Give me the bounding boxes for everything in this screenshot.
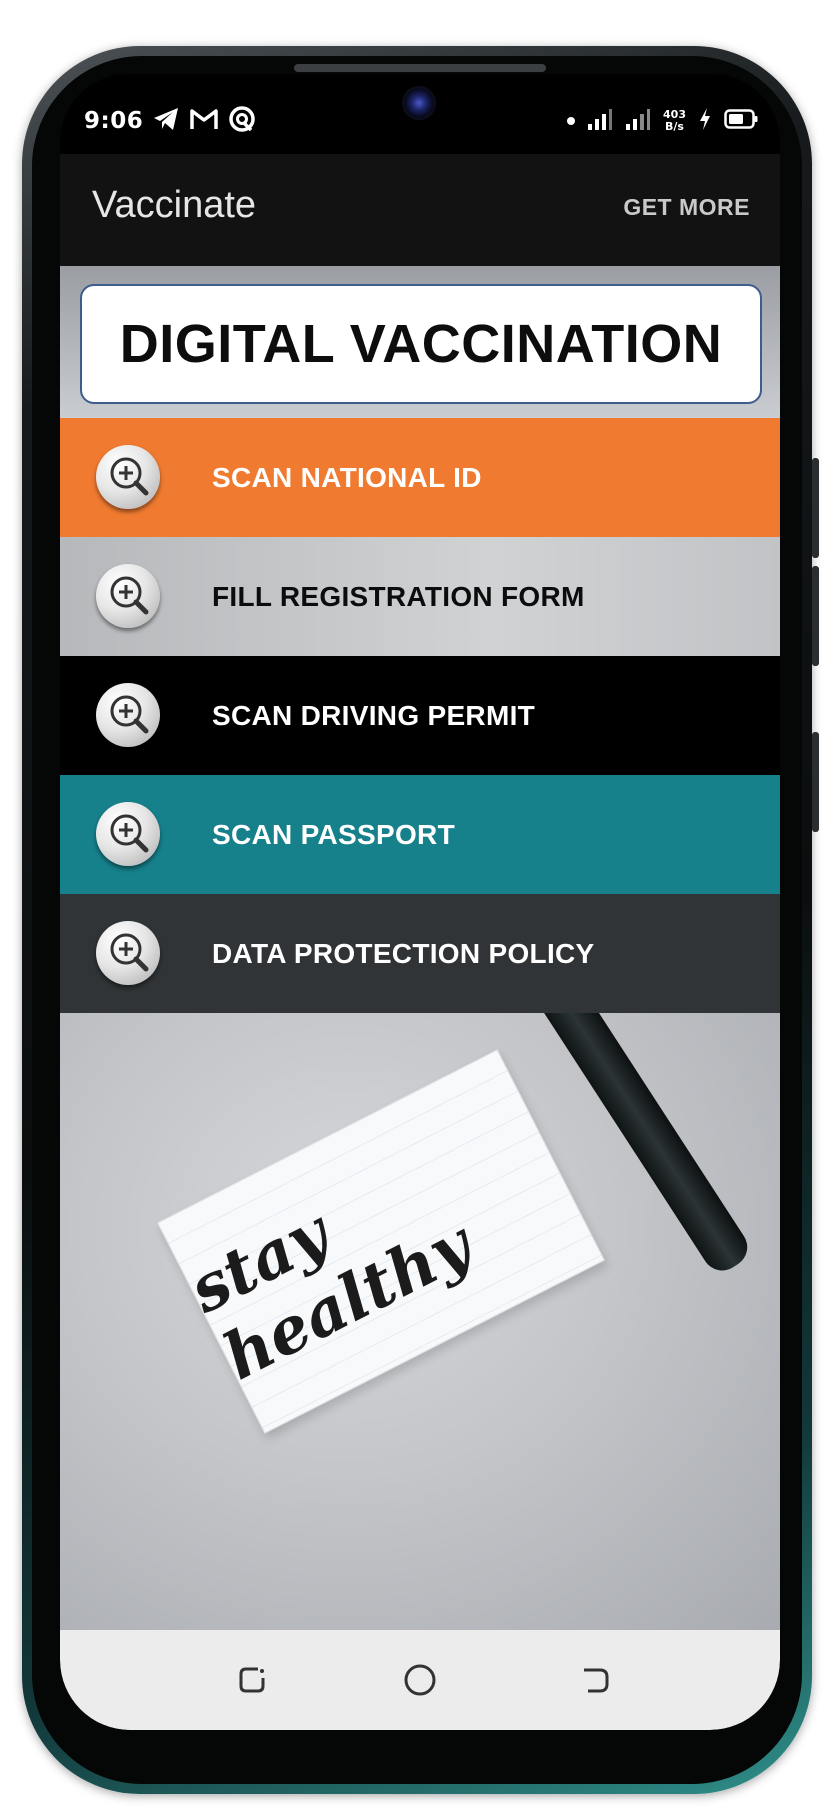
signal-icon xyxy=(625,108,651,134)
menu-item-label: SCAN DRIVING PERMIT xyxy=(212,700,536,731)
note-text: stay healthy xyxy=(177,1195,484,1395)
battery-icon xyxy=(724,109,758,133)
zoom-in-icon xyxy=(96,802,160,866)
back-icon[interactable] xyxy=(568,1652,624,1708)
menu-item-scan-national-id[interactable]: SCAN NATIONAL ID xyxy=(60,418,780,537)
get-more-button[interactable]: GET MORE xyxy=(623,194,750,221)
banner-card: DIGITAL VACCINATION xyxy=(80,284,762,404)
status-time: 9:06 xyxy=(84,108,144,134)
system-nav-bar xyxy=(60,1630,780,1730)
zoom-in-icon xyxy=(96,564,160,628)
gmail-icon xyxy=(190,107,218,135)
network-speed-unit: B/s xyxy=(665,120,684,133)
power-button xyxy=(812,732,819,832)
network-speed: 403 B/s xyxy=(663,109,686,133)
status-right-icons: 403 B/s xyxy=(567,102,758,140)
menu-item-label: FILL REGISTRATION FORM xyxy=(212,581,585,612)
zoom-in-icon xyxy=(96,683,160,747)
main-content: DIGITAL VACCINATION SCAN NATIONAL ID FIL… xyxy=(60,266,780,1630)
app-bar: Vaccinate GET MORE xyxy=(60,154,780,266)
home-icon[interactable] xyxy=(392,1652,448,1708)
menu-item-scan-driving-permit[interactable]: SCAN DRIVING PERMIT xyxy=(60,656,780,775)
zoom-in-icon xyxy=(96,445,160,509)
status-bar: 9:06 403 B/s xyxy=(60,74,780,154)
volume-up-button xyxy=(812,458,819,558)
menu-item-label: SCAN NATIONAL ID xyxy=(212,462,482,493)
vpn-icon xyxy=(228,105,256,137)
front-camera xyxy=(402,86,436,120)
menu-item-scan-passport[interactable]: SCAN PASSPORT xyxy=(60,775,780,894)
charging-icon xyxy=(698,107,712,135)
earpiece-speaker xyxy=(294,64,546,72)
menu-item-fill-registration-form[interactable]: FILL REGISTRATION FORM xyxy=(60,537,780,656)
app-title: Vaccinate xyxy=(92,184,257,226)
screen: 9:06 403 B/s Vaccinate GET MORE DIGITAL … xyxy=(60,74,780,1730)
banner-title: DIGITAL VACCINATION xyxy=(119,314,723,374)
menu-item-data-protection-policy[interactable]: DATA PROTECTION POLICY xyxy=(60,894,780,1013)
menu-list: SCAN NATIONAL ID FILL REGISTRATION FORM … xyxy=(60,418,780,1013)
volume-down-button xyxy=(812,566,819,666)
note-card: stay healthy xyxy=(157,1049,605,1434)
stay-healthy-photo: stay healthy xyxy=(60,1013,780,1630)
menu-item-label: SCAN PASSPORT xyxy=(212,819,455,850)
notification-dot-icon xyxy=(567,117,576,125)
recents-icon[interactable] xyxy=(224,1652,280,1708)
zoom-in-icon xyxy=(96,921,160,985)
menu-item-label: DATA PROTECTION POLICY xyxy=(212,938,595,969)
telegram-icon xyxy=(152,106,180,136)
status-left-icons xyxy=(152,104,256,138)
signal-icon xyxy=(587,108,613,134)
